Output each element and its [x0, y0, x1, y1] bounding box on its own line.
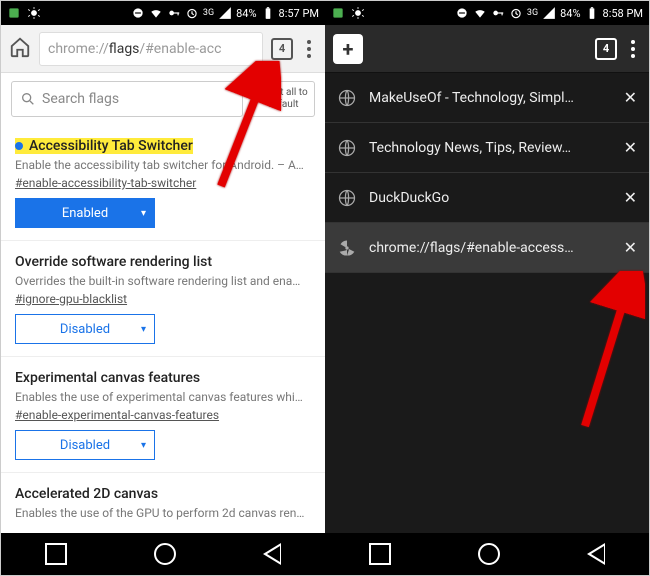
url-path: /#enable-acc [139, 41, 221, 57]
globe-icon [337, 188, 357, 208]
flag-title: Experimental canvas features [15, 370, 200, 386]
clock-text: 8:57 PM [279, 7, 319, 20]
radiation-icon [337, 238, 357, 258]
flag-title: Accessibility Tab Switcher [15, 138, 193, 154]
signal-icon [542, 6, 556, 20]
clock-text: 8:58 PM [603, 7, 643, 20]
flag-state-select[interactable]: Disabled [15, 314, 155, 344]
flag-description: Enables the use of experimental canvas f… [15, 390, 311, 404]
wifi-icon [149, 6, 163, 20]
tabs-button[interactable]: 4 [271, 38, 293, 60]
phone-left-screenshot: 3G 84% 8:57 PM chrome://flags/#enable-ac… [1, 1, 325, 575]
tab-title: DuckDuckGo [369, 190, 612, 206]
status-bar: 3G 84% 8:58 PM [325, 1, 649, 25]
app-icon [331, 6, 345, 20]
url-bar[interactable]: chrome://flags/#enable-acc [39, 32, 263, 66]
battery-icon [261, 6, 275, 20]
flag-title: Override software rendering list [15, 254, 212, 270]
close-icon[interactable]: ✕ [624, 188, 637, 207]
signal-icon [218, 6, 232, 20]
flag-item: Accessibility Tab Switcher Enable the acc… [1, 125, 325, 241]
back-button[interactable] [263, 543, 281, 565]
home-icon[interactable] [9, 36, 31, 62]
wifi-icon [473, 6, 487, 20]
recents-button[interactable] [45, 543, 67, 565]
flag-anchor[interactable]: #ignore-gpu-blacklist [15, 292, 311, 306]
network-type: 3G [203, 8, 214, 18]
search-placeholder: Search flags [42, 91, 119, 107]
tab-item[interactable]: chrome://flags/#enable-access… ✕ [325, 223, 649, 273]
close-icon[interactable]: ✕ [624, 238, 637, 257]
search-icon [20, 91, 36, 107]
flag-item: Override software rendering list Override… [1, 241, 325, 357]
flag-description: Enables the use of the GPU to perform 2d… [15, 506, 311, 520]
annotation-arrow-right [575, 271, 645, 435]
close-icon[interactable]: ✕ [624, 138, 637, 157]
flag-state-select[interactable]: Enabled [15, 198, 155, 228]
tab-title: MakeUseOf - Technology, Simpl… [369, 90, 612, 106]
new-tab-button[interactable]: + [333, 34, 363, 64]
dnd-icon [131, 6, 145, 20]
flag-description: Enable the accessibility tab switcher fo… [15, 158, 311, 172]
flag-anchor[interactable]: #enable-experimental-canvas-features [15, 408, 311, 422]
battery-text: 84% [560, 7, 580, 20]
battery-icon [585, 6, 599, 20]
key-icon [167, 6, 181, 20]
flag-item: Experimental canvas features Enables the … [1, 357, 325, 473]
status-bar: 3G 84% 8:57 PM [1, 1, 325, 25]
nav-bar [1, 533, 325, 575]
battery-text: 84% [236, 7, 256, 20]
home-button[interactable] [478, 543, 500, 565]
back-button[interactable] [587, 543, 605, 565]
dnd-icon [455, 6, 469, 20]
flag-anchor[interactable]: #enable-accessibility-tab-switcher [15, 176, 311, 190]
tab-item[interactable]: MakeUseOf - Technology, Simpl… ✕ [325, 73, 649, 123]
nav-bar [325, 533, 649, 575]
search-row: Search flags Reset all to default [1, 73, 325, 125]
search-input[interactable]: Search flags [11, 81, 243, 117]
close-icon[interactable]: ✕ [624, 88, 637, 107]
flag-item: Accelerated 2D canvas Enables the use of … [1, 473, 325, 537]
browser-toolbar: chrome://flags/#enable-acc 4 [1, 25, 325, 73]
url-scheme: chrome:// [48, 41, 109, 57]
alarm-icon [509, 6, 523, 20]
menu-icon[interactable] [625, 40, 641, 58]
tab-item[interactable]: Technology News, Tips, Review… ✕ [325, 123, 649, 173]
tab-list: MakeUseOf - Technology, Simpl… ✕ Technol… [325, 73, 649, 273]
alarm-icon [185, 6, 199, 20]
flag-title: Accelerated 2D canvas [15, 486, 158, 502]
key-icon [491, 6, 505, 20]
bug-icon [351, 6, 365, 20]
globe-icon [337, 138, 357, 158]
reset-button[interactable]: Reset all to default [251, 81, 315, 117]
tabs-button[interactable]: 4 [595, 38, 617, 60]
flag-description: Overrides the built-in software renderin… [15, 274, 311, 288]
globe-icon [337, 88, 357, 108]
app-icon [7, 6, 21, 20]
tab-title: Technology News, Tips, Review… [369, 140, 612, 156]
phone-right-screenshot: 3G 84% 8:58 PM + 4 MakeUseOf - Technolog… [325, 1, 649, 575]
tabswitcher-toolbar: + 4 [325, 25, 649, 73]
bug-icon [27, 6, 41, 20]
tab-title: chrome://flags/#enable-access… [369, 240, 612, 256]
flag-state-select[interactable]: Disabled [15, 430, 155, 460]
home-button[interactable] [154, 543, 176, 565]
recents-button[interactable] [369, 543, 391, 565]
url-host: flags [109, 41, 140, 57]
tab-item[interactable]: DuckDuckGo ✕ [325, 173, 649, 223]
network-type: 3G [527, 8, 538, 18]
menu-icon[interactable] [301, 40, 317, 58]
